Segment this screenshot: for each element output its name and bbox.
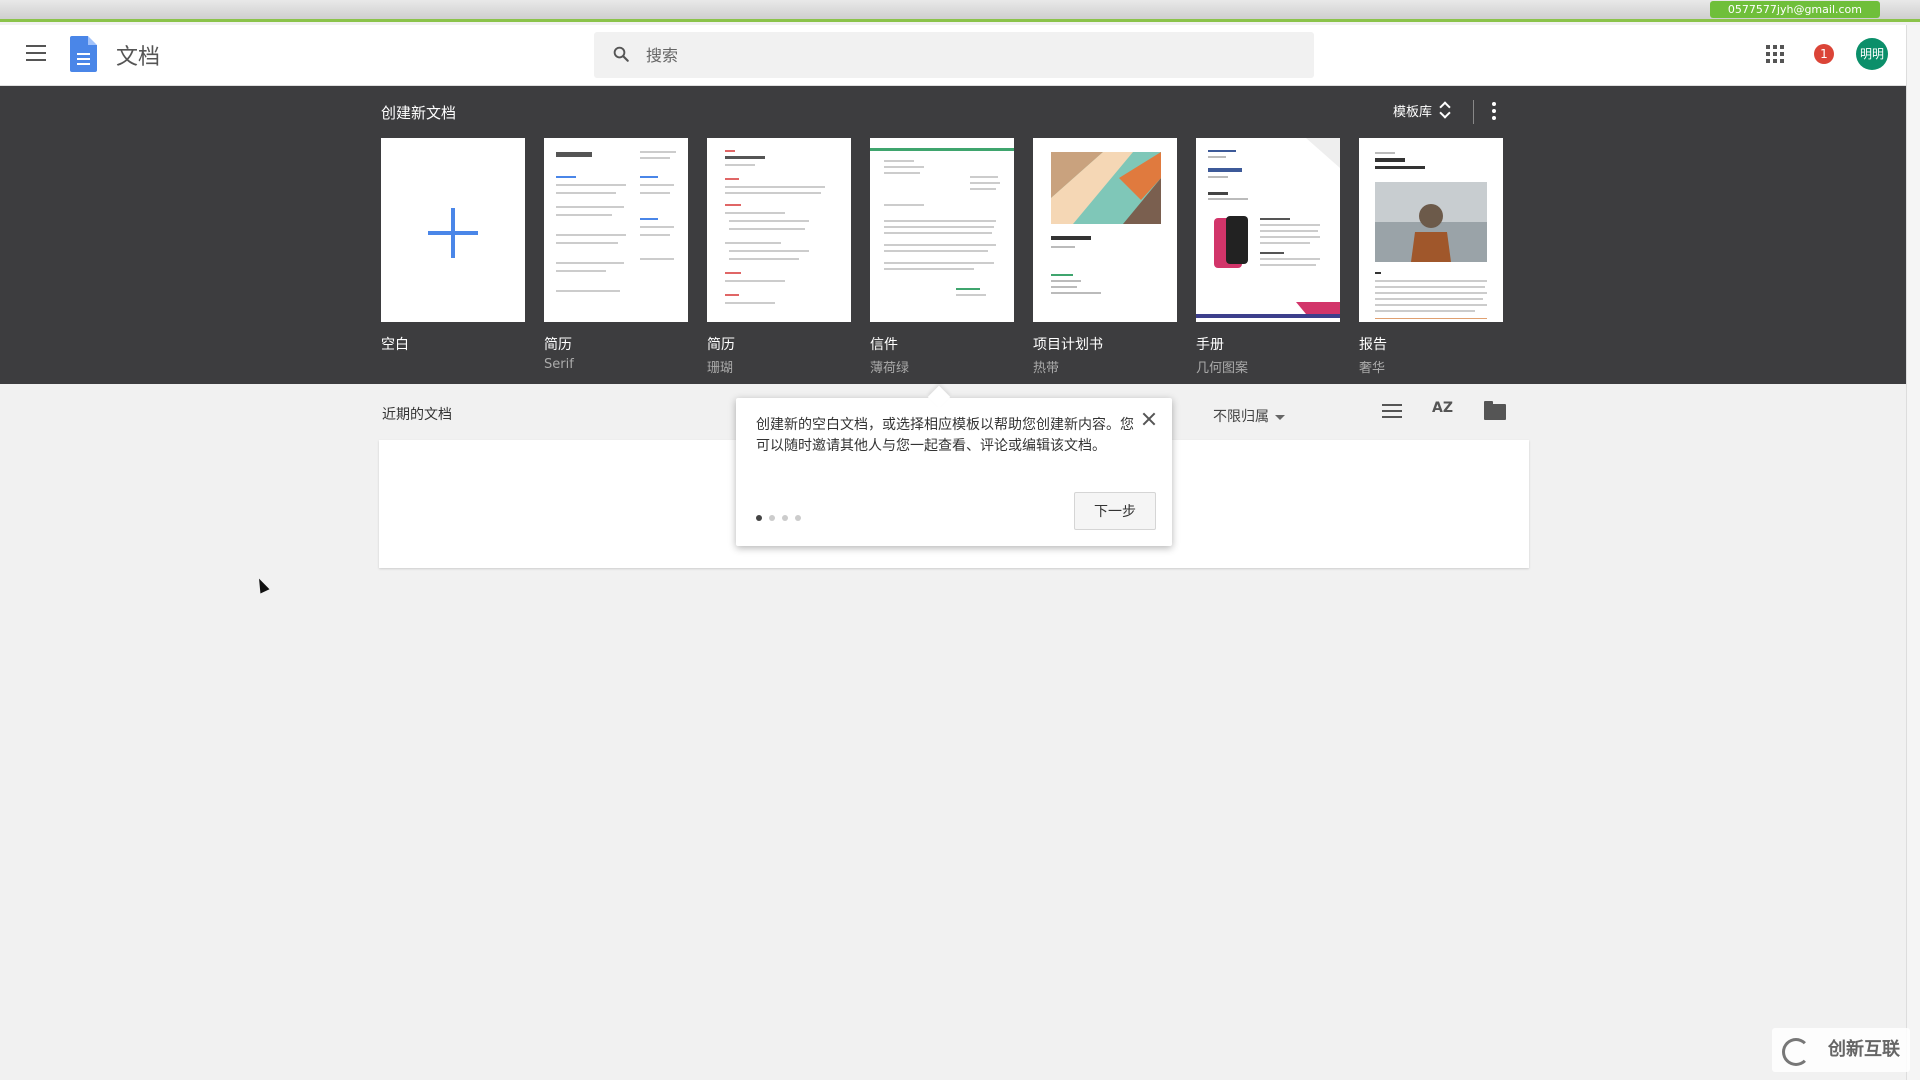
template-name: 空白	[381, 337, 409, 353]
onboarding-tooltip: 创建新的空白文档，或选择相应模板以帮助您创建新内容。您可以随时邀请其他人与您一起…	[736, 398, 1172, 546]
list-view-icon[interactable]	[1382, 404, 1402, 420]
tropical-cover-art	[1051, 152, 1161, 294]
page-scrollbar[interactable]	[1906, 25, 1920, 1080]
account-email-badge: 0577577jyh@gmail.com	[1709, 1, 1880, 18]
sort-az-icon[interactable]: AZ	[1432, 400, 1453, 416]
create-new-doc-title: 创建新文档	[381, 104, 457, 122]
template-subtitle: 奢华	[1359, 361, 1386, 376]
dropdown-caret-icon	[1275, 414, 1285, 420]
window-top-strip: 0577577jyh@gmail.com	[0, 0, 1920, 22]
template-gallery-label: 模板库	[1393, 104, 1433, 120]
template-thumbnail	[381, 138, 525, 322]
owner-filter-dropdown[interactable]: 不限归属	[1213, 406, 1285, 426]
template-gallery-button[interactable]: 模板库	[1393, 100, 1450, 120]
more-options-icon[interactable]	[1492, 102, 1496, 122]
template-name: 简历	[707, 337, 735, 353]
brochure-cover-art	[1196, 138, 1340, 318]
plus-icon	[428, 208, 478, 258]
template-thumbnail	[1033, 138, 1177, 322]
step-dot	[769, 515, 775, 521]
template-subtitle: 薄荷绿	[870, 361, 910, 376]
template-letter-mint[interactable]: 信件 薄荷绿	[870, 138, 1014, 376]
template-name: 手册	[1196, 337, 1224, 353]
template-name: 项目计划书	[1033, 337, 1103, 353]
search-icon[interactable]	[612, 45, 630, 63]
template-project-proposal[interactable]: 项目计划书 热带	[1033, 138, 1177, 376]
template-brochure[interactable]: 手册 几何图案	[1196, 138, 1340, 376]
template-name: 信件	[870, 337, 898, 353]
template-subtitle: 热带	[1033, 361, 1060, 376]
google-apps-icon[interactable]	[1766, 45, 1784, 63]
template-thumbnail	[870, 138, 1014, 322]
template-thumbnail	[707, 138, 851, 322]
recent-docs-title: 近期的文档	[382, 407, 452, 423]
user-avatar[interactable]: 明明	[1856, 38, 1888, 70]
expand-collapse-icon	[1440, 100, 1450, 120]
main-menu-icon[interactable]	[26, 45, 46, 61]
step-dot	[756, 515, 762, 521]
close-icon[interactable]	[1142, 412, 1156, 426]
template-subtitle: 几何图案	[1196, 361, 1249, 376]
divider	[1473, 100, 1474, 124]
step-dot	[782, 515, 788, 521]
owner-filter-label: 不限归属	[1213, 409, 1269, 425]
notification-badge[interactable]: 1	[1814, 44, 1834, 64]
template-subtitle: Serif	[544, 357, 574, 372]
template-band: 创建新文档 模板库 空白 简历 Serif 简历 珊瑚 信件 薄荷绿 项目计划书…	[0, 86, 1906, 384]
template-report[interactable]: 报告 奢华	[1359, 138, 1503, 376]
report-cover-art	[1375, 152, 1487, 319]
template-blank[interactable]: 空白	[381, 138, 525, 357]
folder-picker-icon[interactable]	[1484, 401, 1506, 420]
template-name: 简历	[544, 337, 572, 353]
step-dot	[795, 515, 801, 521]
step-indicator	[756, 515, 801, 521]
search-box[interactable]	[594, 32, 1314, 78]
search-input[interactable]	[646, 32, 1286, 78]
app-header: 文档 1 明明	[0, 25, 1906, 86]
template-thumbnail	[1359, 138, 1503, 322]
template-resume-serif[interactable]: 简历 Serif	[544, 138, 688, 372]
tooltip-text: 创建新的空白文档，或选择相应模板以帮助您创建新内容。您可以随时邀请其他人与您一起…	[756, 417, 1134, 454]
mouse-cursor-icon	[254, 576, 270, 594]
template-subtitle: 珊瑚	[707, 361, 734, 376]
template-resume-coral[interactable]: 简历 珊瑚	[707, 138, 851, 376]
template-thumbnail	[1196, 138, 1340, 322]
app-title[interactable]: 文档	[116, 39, 160, 71]
next-step-button[interactable]: 下一步	[1074, 492, 1156, 530]
docs-logo-icon[interactable]	[70, 36, 97, 72]
corner-watermark-logo: 创新互联	[1772, 1028, 1910, 1072]
template-thumbnail	[544, 138, 688, 322]
template-name: 报告	[1359, 337, 1387, 353]
